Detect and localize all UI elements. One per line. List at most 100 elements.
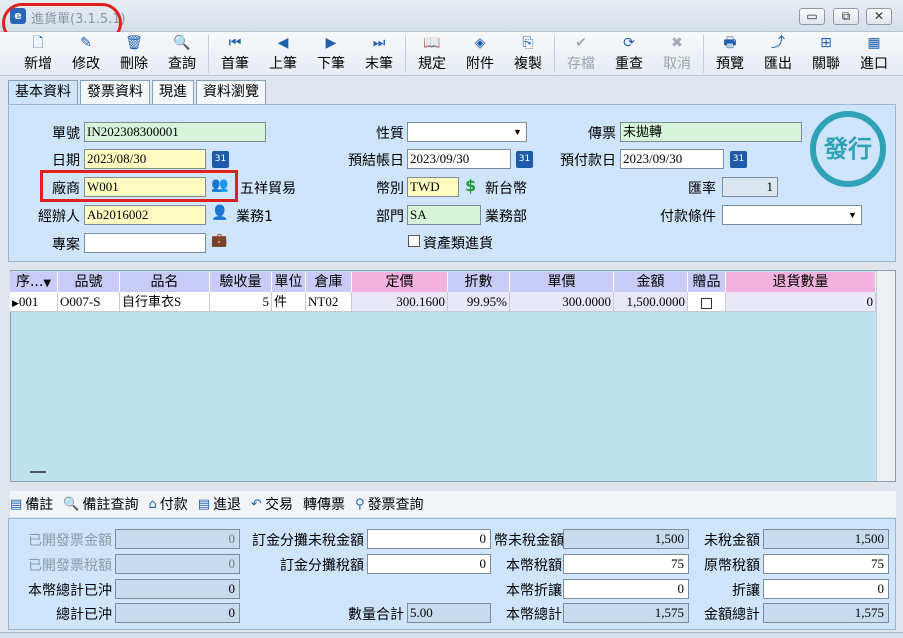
invoiced-tax-label: 已開發票稅額 xyxy=(28,558,112,574)
reset-button[interactable]: ⟳ 重查 xyxy=(605,32,653,76)
detail-tool-label: 付款 xyxy=(159,497,188,513)
edit-button[interactable]: ✎ 修改 xyxy=(62,32,110,76)
chevron-down-icon[interactable]: ▼ xyxy=(510,123,525,141)
spec-button[interactable]: 📖 規定 xyxy=(408,32,456,76)
tab-browse[interactable]: 資料瀏覽 xyxy=(196,80,266,104)
chevron-down-icon[interactable]: ▼ xyxy=(845,206,860,224)
local-discount-field[interactable]: 0 xyxy=(563,579,689,599)
pay-date-field[interactable]: 2023/09/30 xyxy=(620,149,724,169)
col-seq[interactable]: 序...▼ xyxy=(10,272,58,292)
cell-qty[interactable]: 5 xyxy=(210,292,272,312)
col-item-name[interactable]: 品名 xyxy=(120,272,210,292)
detail-tool-6[interactable]: ⚲ 發票查詢 xyxy=(355,494,424,514)
new-button[interactable]: 🗋 新增 xyxy=(14,32,62,76)
cell-item-name[interactable]: 自行車衣S xyxy=(120,292,210,312)
detail-tool-2[interactable]: ⌂ 付款 xyxy=(148,494,187,514)
cell-gift[interactable] xyxy=(688,292,726,312)
settle-date-field[interactable]: 2023/09/30 xyxy=(407,149,511,169)
date-field[interactable]: 2023/08/30 xyxy=(84,149,206,169)
link-button[interactable]: ⊞ 關聯 xyxy=(802,32,850,76)
detail-tool-5[interactable]: 轉傳票 xyxy=(303,494,345,514)
nature-select[interactable]: ▼ xyxy=(407,122,527,142)
local-tax-field[interactable]: 75 xyxy=(563,554,689,574)
project-field[interactable] xyxy=(84,233,206,253)
highlight-box xyxy=(40,170,238,202)
rate-label: 匯率 xyxy=(688,181,716,197)
restore-button[interactable]: ⧉ xyxy=(833,8,859,25)
copy-button[interactable]: ⎘ 複製 xyxy=(504,32,552,76)
grid-splitter[interactable] xyxy=(30,471,46,473)
dollar-icon[interactable]: $ xyxy=(465,176,476,195)
col-unit-price[interactable]: 單價 xyxy=(510,272,614,292)
calendar-icon[interactable]: 31 xyxy=(730,151,747,168)
close-button[interactable]: ✕ xyxy=(866,8,892,25)
cell-return-qty[interactable]: 0 xyxy=(726,292,876,312)
untaxed-field: 1,500 xyxy=(763,529,889,549)
detail-tool-4[interactable]: ↶ 交易 xyxy=(251,494,293,514)
discount-field[interactable]: 0 xyxy=(763,579,889,599)
doc-no-field[interactable]: IN202308300001 xyxy=(84,122,266,142)
pay-terms-select[interactable]: ▼ xyxy=(722,205,862,225)
delete-button[interactable]: 🗑 刪除 xyxy=(110,32,158,76)
table-row[interactable]: ▶001 O007-S 自行車衣S 5 件 NT02 300.1600 99.9… xyxy=(10,292,876,312)
cell-discount[interactable]: 99.95% xyxy=(448,292,510,312)
detail-tool-1[interactable]: 🔍 備註查詢 xyxy=(63,494,138,514)
next-button[interactable]: ▶ 下筆 xyxy=(307,32,355,76)
cancel-button[interactable]: ✖ 取消 xyxy=(653,32,701,76)
col-unit[interactable]: 單位 xyxy=(272,272,306,292)
preview-button[interactable]: 🖶 預覽 xyxy=(706,32,754,76)
query-button[interactable]: 🔍 查詢 xyxy=(158,32,206,76)
cell-item-no[interactable]: O007-S xyxy=(58,292,120,312)
col-list-price[interactable]: 定價 xyxy=(352,272,448,292)
orig-tax-field[interactable]: 75 xyxy=(763,554,889,574)
tab-cash[interactable]: 現進 xyxy=(152,80,194,104)
handler-field[interactable]: Ab2016002 xyxy=(84,205,206,225)
gift-checkbox[interactable] xyxy=(701,297,712,309)
prev-record-icon: ◀ xyxy=(277,35,289,51)
nature-label: 性質 xyxy=(376,126,404,142)
voucher-field: 未拋轉 xyxy=(620,122,802,142)
col-discount[interactable]: 折數 xyxy=(448,272,510,292)
handler-lookup-icon[interactable]: 👤 xyxy=(211,205,228,221)
briefcase-icon[interactable]: 💼 xyxy=(211,233,227,248)
last-button[interactable]: ⏭ 末筆 xyxy=(355,32,403,76)
tab-basic[interactable]: 基本資料 xyxy=(8,80,78,104)
minimize-button[interactable]: ▭ xyxy=(799,8,825,25)
save-button[interactable]: ✔ 存檔 xyxy=(557,32,605,76)
col-gift[interactable]: 贈品 xyxy=(688,272,726,292)
currency-field[interactable]: TWD xyxy=(407,177,459,197)
export-button[interactable]: ⤴ 匯出 xyxy=(754,32,802,76)
col-amount[interactable]: 金額 xyxy=(614,272,688,292)
first-button[interactable]: ⏮ 首筆 xyxy=(211,32,259,76)
detail-tool-label: 進退 xyxy=(213,497,242,513)
cell-amount[interactable]: 1,500.0000 xyxy=(614,292,688,312)
col-seq-label: 序... xyxy=(15,274,44,290)
deposit-untaxed-field[interactable]: 0 xyxy=(367,529,491,549)
col-return-qty[interactable]: 退貨數量 xyxy=(726,272,876,292)
attach-button[interactable]: ◈ 附件 xyxy=(456,32,504,76)
sort-down-icon[interactable]: ▼ xyxy=(43,278,51,289)
undo-icon: ↶ xyxy=(251,496,262,512)
tab-invoice[interactable]: 發票資料 xyxy=(80,80,150,104)
cell-unit[interactable]: 件 xyxy=(272,292,306,312)
deposit-tax-field[interactable]: 0 xyxy=(367,554,491,574)
detail-tool-0[interactable]: ▤ 備註 xyxy=(10,494,53,514)
grid-scrollbar[interactable] xyxy=(876,271,895,481)
cell-unit-price[interactable]: 300.0000 xyxy=(510,292,614,312)
dept-field[interactable]: SA xyxy=(407,205,481,225)
cell-list-price[interactable]: 300.1600 xyxy=(352,292,448,312)
import-button[interactable]: ▦ 進口 xyxy=(850,32,898,76)
amount-total-field: 1,575 xyxy=(763,603,889,623)
col-item-no[interactable]: 品號 xyxy=(58,272,120,292)
rate-field: 1 xyxy=(722,177,778,197)
col-warehouse[interactable]: 倉庫 xyxy=(306,272,352,292)
return-icon: ▤ xyxy=(197,496,211,512)
prev-button[interactable]: ◀ 上筆 xyxy=(259,32,307,76)
calendar-icon[interactable]: 31 xyxy=(516,151,533,168)
calendar-icon[interactable]: 31 xyxy=(212,151,229,168)
asset-purchase-checkbox[interactable] xyxy=(408,235,420,247)
cell-warehouse[interactable]: NT02 xyxy=(306,292,352,312)
invoice-search-icon: ⚲ xyxy=(354,496,365,512)
col-qty[interactable]: 驗收量 xyxy=(210,272,272,292)
detail-tool-3[interactable]: ▤ 進退 xyxy=(198,494,241,514)
